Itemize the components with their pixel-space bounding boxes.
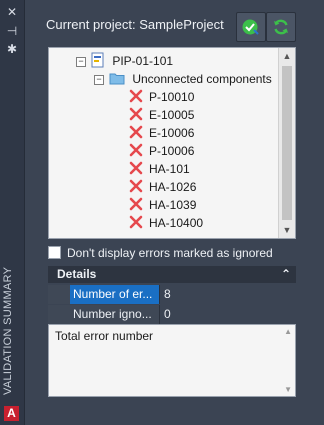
scroll-down-icon[interactable]: ▼ — [284, 385, 292, 394]
tree-item-label: HA-1026 — [149, 180, 197, 194]
error-x-icon — [129, 179, 143, 193]
properties-icon[interactable]: ✱ — [5, 42, 19, 56]
details-title: Details — [57, 267, 97, 281]
auto-hide-icon[interactable]: ⊣ — [5, 24, 19, 38]
description-text: Total error number — [55, 329, 154, 343]
row-gutter — [48, 305, 70, 324]
autocad-logo-icon: A — [4, 406, 19, 421]
error-x-icon — [129, 89, 143, 103]
tree-item-error[interactable]: HA-1026 — [129, 178, 196, 196]
refresh-icon — [274, 19, 288, 35]
tree-node-label: PIP-01-101 — [112, 54, 174, 68]
tree-item-label: E-10006 — [149, 126, 195, 140]
folder-icon — [109, 73, 125, 85]
tree-item-error[interactable]: HA-1039 — [129, 196, 196, 214]
scroll-up-icon[interactable]: ▲ — [284, 327, 292, 336]
details-header[interactable]: Details ⌃ — [48, 266, 296, 283]
collapse-toggle[interactable]: − — [94, 75, 104, 85]
tree-item-label: HA-101 — [149, 162, 190, 176]
property-value: 0 — [161, 305, 296, 324]
validate-icon — [242, 19, 259, 35]
property-row[interactable]: Number igno... 0 — [48, 305, 296, 324]
error-x-icon — [129, 107, 143, 121]
validate-button[interactable] — [236, 12, 266, 42]
tree-item-error[interactable]: P-10006 — [129, 142, 194, 160]
current-project-label: Current project: SampleProject — [46, 17, 224, 32]
tree-item-error[interactable]: HA-101 — [129, 160, 190, 178]
palette-title: VALIDATION SUMMARY — [2, 266, 14, 395]
ignore-errors-option[interactable]: Don't display errors marked as ignored — [48, 246, 273, 260]
tree-item-label: HA-1039 — [149, 198, 197, 212]
tree-node-drawing[interactable]: PIP-01-101 — [91, 52, 173, 70]
scroll-thumb[interactable] — [282, 66, 292, 220]
scroll-down-icon[interactable]: ▼ — [279, 222, 295, 238]
row-gutter — [48, 285, 70, 304]
tree-item-label: HA-10400 — [149, 216, 204, 230]
ignore-errors-checkbox[interactable] — [48, 246, 61, 259]
collapse-up-icon[interactable]: ⌃ — [281, 266, 291, 283]
property-value: 8 — [161, 285, 296, 304]
tree-node-group[interactable]: Unconnected components — [109, 70, 272, 88]
tree-item-label: E-10005 — [149, 108, 195, 122]
drawing-file-icon — [91, 52, 104, 68]
side-strip: ✕ ⊣ ✱ VALIDATION SUMMARY A — [0, 0, 25, 425]
ignore-errors-label: Don't display errors marked as ignored — [67, 246, 273, 260]
scroll-up-icon[interactable]: ▲ — [279, 48, 295, 64]
property-name: Number of er... — [70, 285, 160, 304]
property-name: Number igno... — [70, 305, 160, 324]
close-icon[interactable]: ✕ — [5, 5, 19, 19]
property-row[interactable]: Number of er... 8 — [48, 285, 296, 304]
error-x-icon — [129, 215, 143, 229]
error-x-icon — [129, 143, 143, 157]
collapse-toggle[interactable]: − — [76, 57, 86, 67]
error-x-icon — [129, 197, 143, 211]
validation-tree[interactable]: − PIP-01-101 − Unconnected components P-… — [48, 47, 296, 239]
description-box: Total error number ▲ ▼ — [48, 324, 296, 397]
tree-item-error[interactable]: E-10005 — [129, 106, 194, 124]
tree-item-error[interactable]: HA-10400 — [129, 214, 203, 232]
tree-node-label: Unconnected components — [132, 72, 272, 86]
tree-item-label: P-10006 — [149, 144, 195, 158]
refresh-button[interactable] — [266, 12, 296, 42]
tree-item-error[interactable]: P-10010 — [129, 88, 194, 106]
error-x-icon — [129, 125, 143, 139]
tree-item-error[interactable]: E-10006 — [129, 124, 194, 142]
tree-scrollbar[interactable]: ▲ ▼ — [278, 48, 295, 238]
error-x-icon — [129, 161, 143, 175]
tree-item-label: P-10010 — [149, 90, 195, 104]
